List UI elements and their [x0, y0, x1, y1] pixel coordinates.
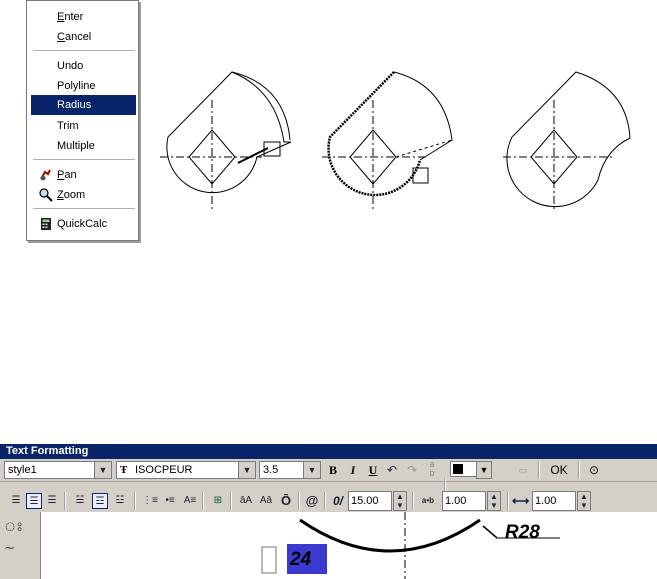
lettering-icon[interactable]: A≡ [182, 493, 198, 509]
divider [538, 461, 540, 479]
oblique-spinner[interactable]: ▲ ▼ [393, 491, 407, 511]
drawing-fillet-step-1 [160, 71, 292, 212]
tracking-icon[interactable]: a•b [416, 493, 440, 509]
align-center-icon[interactable]: ☰ [26, 493, 42, 509]
text-height-select[interactable]: 3.5 ▼ [259, 461, 321, 479]
divider [507, 492, 509, 510]
drawing-fillet-step-2 [322, 71, 453, 212]
divider [324, 492, 326, 510]
drawing-fillet-result [503, 71, 631, 212]
bullets-icon[interactable]: •≡ [162, 493, 178, 509]
divider [578, 461, 580, 479]
align-bottom-icon[interactable]: ☳ [112, 493, 128, 509]
style-value: style1 [8, 464, 37, 476]
oblique-angle-value: 15.00 [351, 495, 379, 507]
divider [298, 492, 300, 510]
redo-icon[interactable]: ↷ [404, 461, 420, 479]
toolbar-row-1: style1 ▼ Ŧ ISOCPEUR ▼ 3.5 ▼ B I U ↶ ↷ ab ▼ … [0, 459, 657, 496]
leader-line [482, 525, 498, 539]
tracking-spinner[interactable]: ▲ ▼ [487, 491, 501, 511]
style-select[interactable]: style1 ▼ [4, 461, 112, 479]
oblique-angle-icon[interactable]: 0/ [330, 493, 346, 509]
ok-button[interactable]: OK [546, 461, 572, 479]
align-top-icon[interactable]: ☱ [72, 493, 88, 509]
dimension-label: R28 [505, 522, 540, 543]
uppercase-icon[interactable]: āA [238, 493, 254, 509]
width-factor-spinner[interactable]: ▲ ▼ [577, 491, 591, 511]
mtext-edit-value[interactable]: 24 [290, 549, 311, 571]
bold-button[interactable]: B [326, 461, 340, 479]
numbering-icon[interactable]: ⋮≡ [142, 493, 158, 509]
text-height-value: 3.5 [263, 464, 279, 476]
canvas-geometry [261, 512, 560, 579]
color-select[interactable] [450, 461, 478, 477]
align-right-icon[interactable]: ☰ [44, 493, 60, 509]
oblique-angle-input[interactable]: 15.00 [348, 491, 392, 511]
font-select[interactable]: Ŧ ISOCPEUR ▼ [116, 461, 256, 479]
stack-icon[interactable]: ab [424, 460, 440, 478]
divider [202, 492, 204, 510]
tracking-input[interactable]: 1.00 [442, 491, 486, 511]
tracking-value: 1.00 [445, 495, 467, 507]
align-middle-icon[interactable]: ☲ [92, 493, 108, 509]
chevron-down-icon[interactable]: ▼ [476, 461, 492, 479]
underline-button[interactable]: U [366, 461, 380, 479]
overline-icon[interactable]: Ō [278, 493, 294, 509]
lowercase-icon[interactable]: Aā [258, 493, 274, 509]
chevron-down-icon[interactable]: ▼ [238, 462, 255, 478]
divider [134, 492, 136, 510]
align-left-icon[interactable]: ☰ [8, 493, 24, 509]
italic-button[interactable]: I [346, 461, 360, 479]
insert-field-icon[interactable]: ⊞ [210, 493, 226, 509]
chevron-down-icon[interactable]: ▼ [303, 462, 320, 478]
font-value: ISOCPEUR [135, 464, 193, 476]
width-factor-icon[interactable]: ⟷ [512, 493, 529, 509]
undo-icon[interactable]: ↶ [384, 461, 400, 479]
divider [64, 492, 66, 510]
width-factor-value: 1.00 [535, 495, 557, 507]
divider [230, 492, 232, 510]
text-cursor-box [261, 546, 277, 574]
toolbar-title: Text Formatting [0, 444, 657, 459]
chevron-down-icon[interactable]: ▼ [94, 462, 111, 478]
divider [412, 492, 414, 510]
ruler-icon[interactable]: ▭ [514, 461, 532, 479]
color-swatch [453, 464, 463, 474]
symbol-icon[interactable]: @ [304, 493, 320, 509]
options-icon[interactable]: ⊙ [586, 461, 602, 479]
cad-drawings [160, 71, 631, 212]
width-factor-input[interactable]: 1.00 [532, 491, 576, 511]
truetype-icon: Ŧ [120, 464, 128, 476]
